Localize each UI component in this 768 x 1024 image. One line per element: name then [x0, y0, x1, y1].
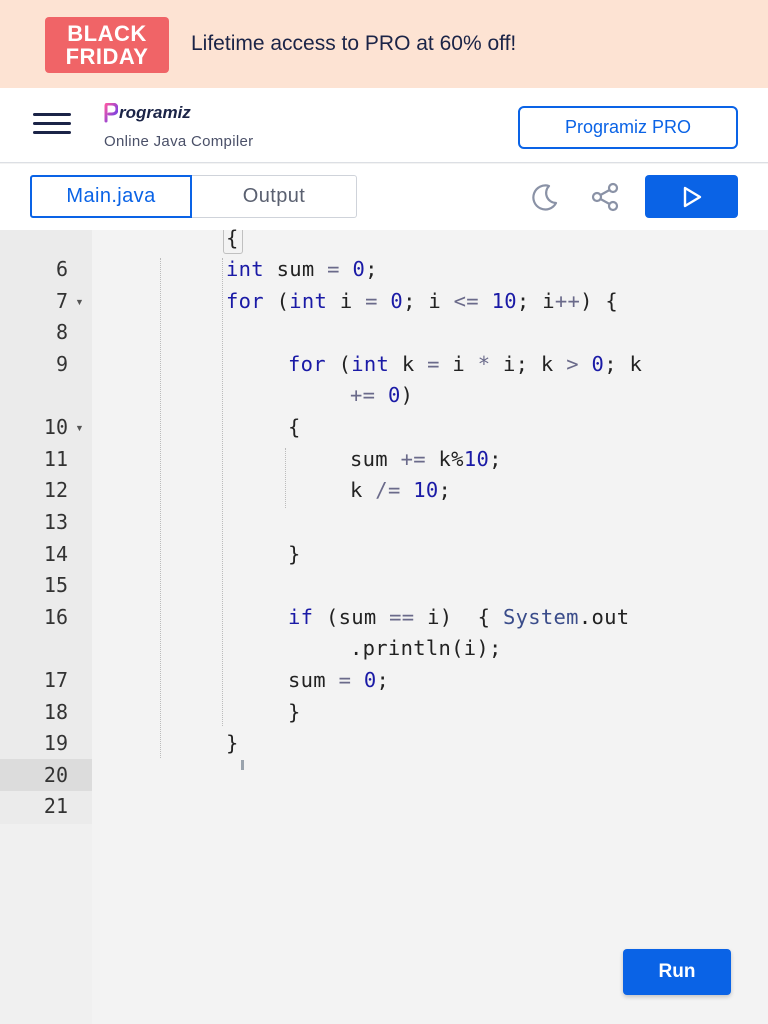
line-number: 12 — [43, 478, 68, 502]
line-number: 9 — [55, 352, 68, 376]
editor-toolbar: Main.java Output — [0, 164, 768, 230]
run-button[interactable]: Run — [623, 949, 731, 995]
line-number: 6 — [55, 257, 68, 281]
line-number: 15 — [43, 573, 68, 597]
line-number: 18 — [43, 700, 68, 724]
run-play-button[interactable] — [645, 175, 738, 218]
line-number: 19 — [43, 731, 68, 755]
code-line[interactable]: .println(i); — [350, 636, 502, 660]
badge-line-2: FRIDAY — [65, 44, 149, 69]
code-editor[interactable]: 6 7 ▼ 8 9 10 ▼ 11 12 13 14 15 16 17 18 1… — [0, 226, 768, 1024]
promo-banner[interactable]: BLACK FRIDAY Lifetime access to PRO at 6… — [0, 0, 768, 88]
play-icon — [683, 186, 701, 207]
code-line[interactable]: int sum = 0; — [226, 257, 378, 281]
code-line[interactable]: { — [288, 415, 301, 439]
line-number: 17 — [43, 668, 68, 692]
line-number: 11 — [43, 447, 68, 471]
line-number: 14 — [43, 542, 68, 566]
code-line[interactable]: += 0) — [350, 383, 413, 407]
tab-output[interactable]: Output — [192, 175, 357, 218]
page-subtitle: Online Java Compiler — [104, 133, 254, 150]
tab-main-java[interactable]: Main.java — [30, 175, 192, 218]
promo-text[interactable]: Lifetime access to PRO at 60% off! — [191, 32, 516, 56]
hamburger-menu-icon[interactable] — [33, 111, 71, 137]
indent-guide — [160, 258, 161, 758]
line-number: 7 — [55, 289, 68, 313]
code-line[interactable]: { — [226, 226, 239, 250]
share-icon[interactable] — [588, 180, 622, 214]
line-number: 8 — [55, 320, 68, 344]
code-line[interactable]: sum = 0; — [288, 668, 389, 692]
black-friday-badge: BLACK FRIDAY — [45, 17, 169, 73]
moon-icon[interactable] — [528, 180, 562, 214]
line-number: 13 — [43, 510, 68, 534]
code-line[interactable]: if (sum == i) { System.out — [288, 605, 629, 629]
line-number: 20 — [43, 763, 68, 787]
text-cursor — [241, 760, 244, 770]
code-line[interactable]: k /= 10; — [350, 478, 451, 502]
fold-arrow-icon[interactable]: ▼ — [75, 423, 84, 433]
badge-line-1: BLACK — [67, 21, 147, 46]
logo-text: rogramiz — [119, 103, 191, 122]
programiz-logo-icon — [104, 103, 118, 123]
fold-arrow-icon[interactable]: ▼ — [75, 297, 84, 307]
code-line[interactable]: } — [226, 731, 239, 755]
code-line[interactable]: for (int i = 0; i <= 10; i++) { — [226, 289, 618, 313]
gutter-empty-area — [0, 824, 92, 1024]
code-line[interactable]: for (int k = i * i; k > 0; k — [288, 352, 642, 376]
indent-guide — [285, 448, 286, 508]
site-header: rogramiz Online Java Compiler Programiz … — [0, 88, 768, 163]
line-number: 21 — [43, 794, 68, 818]
line-number: 10 — [43, 415, 68, 439]
code-line[interactable]: } — [288, 700, 301, 724]
code-line[interactable]: sum += k%10; — [350, 447, 502, 471]
programiz-pro-button[interactable]: Programiz PRO — [518, 106, 738, 149]
indent-guide — [222, 258, 223, 726]
line-number: 16 — [43, 605, 68, 629]
programiz-logo[interactable]: rogramiz — [104, 102, 191, 124]
code-line[interactable]: } — [288, 542, 301, 566]
